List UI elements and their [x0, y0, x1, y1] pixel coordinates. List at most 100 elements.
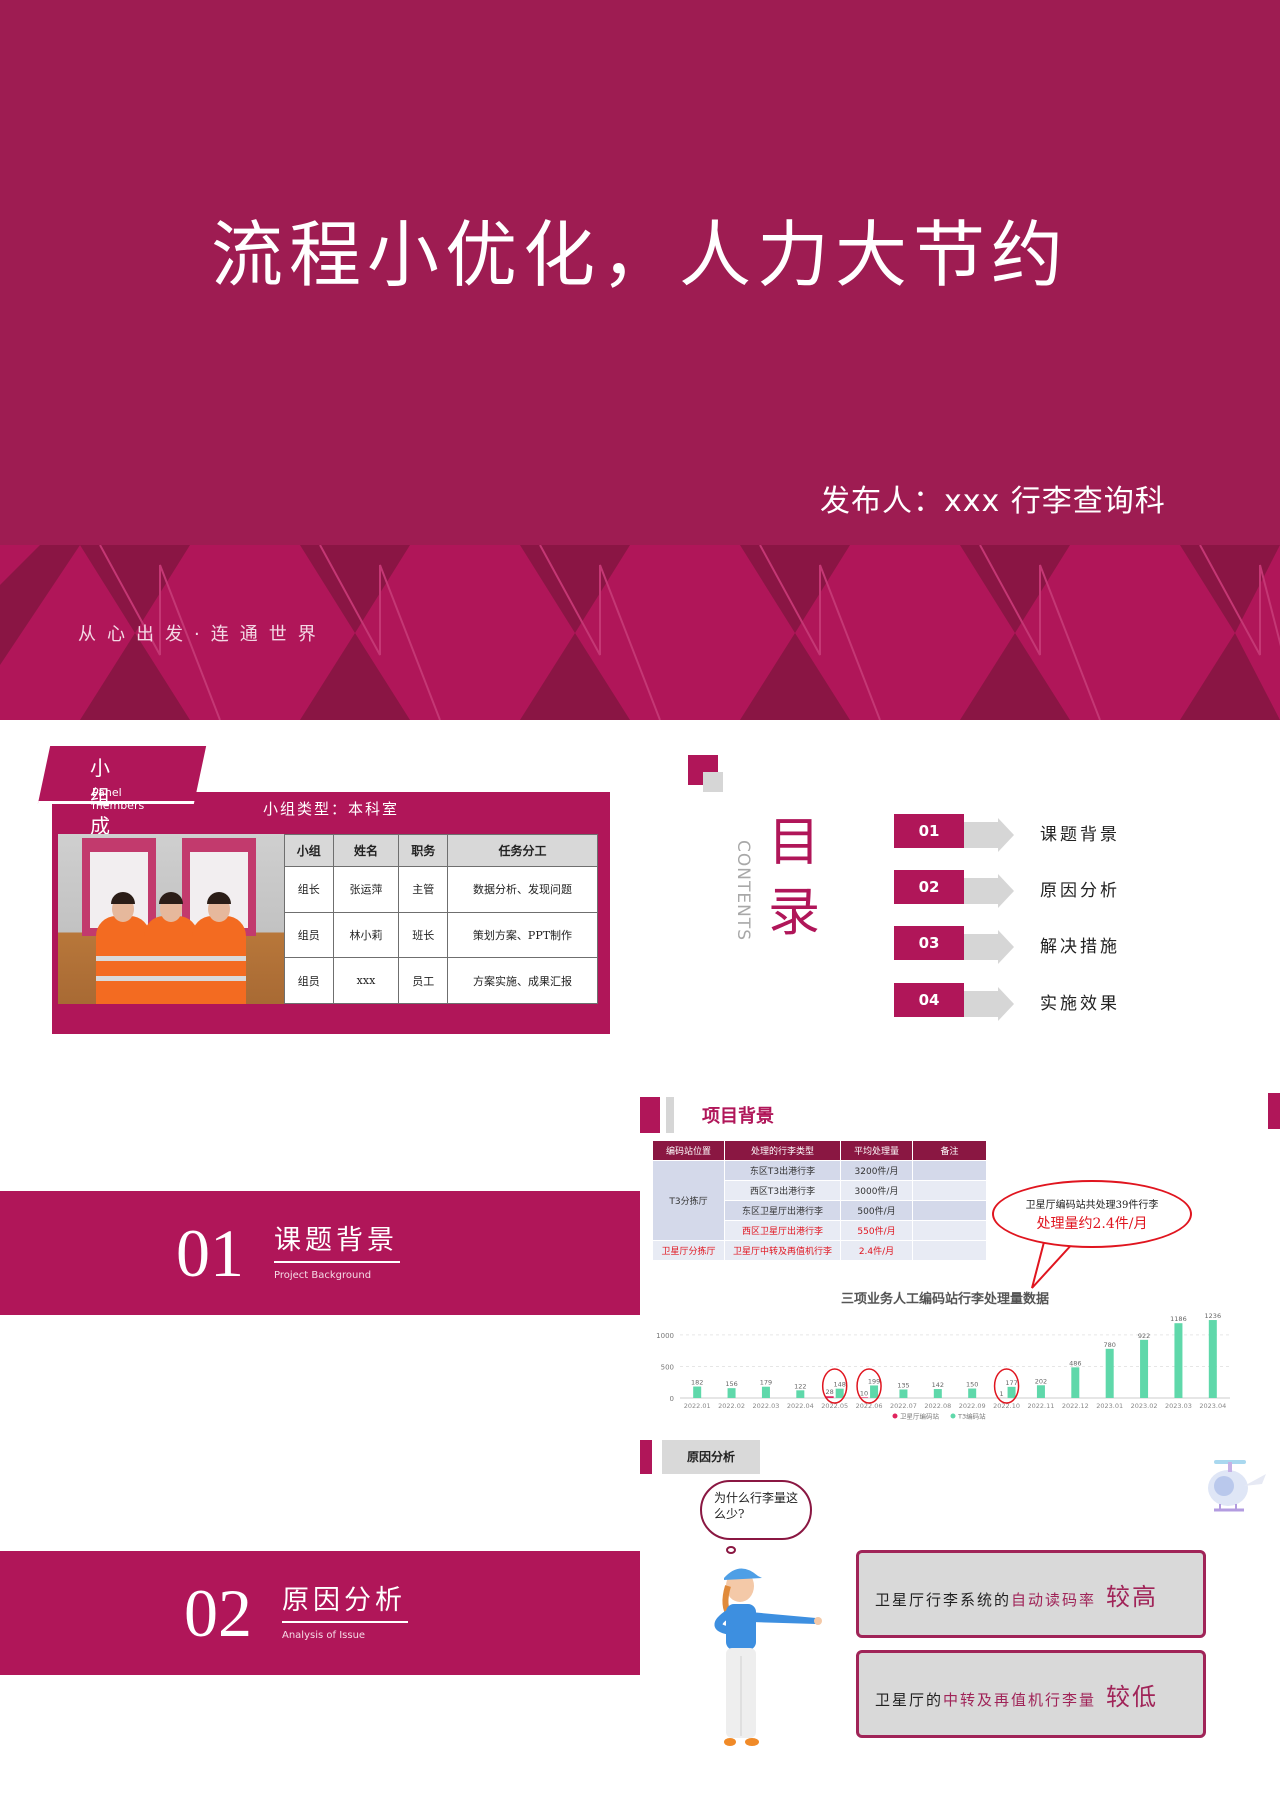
bar-value-label: 10: [860, 1389, 868, 1397]
team-member-figure: [192, 916, 246, 1004]
table-cell: [913, 1181, 987, 1200]
x-tick-label: 2022.03: [752, 1402, 779, 1410]
decor-bar: [640, 1097, 660, 1133]
bar-t3: [1071, 1367, 1080, 1398]
section-underline: [282, 1621, 408, 1623]
table-cell: 策划方案、PPT制作: [447, 911, 598, 959]
column-header: 职务: [398, 834, 448, 867]
reason-highlight: 中转及再值机行李量: [943, 1691, 1097, 1709]
legend-marker: [892, 1413, 898, 1419]
table-cell: [913, 1201, 987, 1220]
column-header: 小组: [284, 834, 334, 867]
table-cell: 2.4件/月: [841, 1241, 913, 1260]
table-cell: 组长: [284, 866, 334, 913]
toc-label: 解决措施: [1040, 937, 1120, 957]
bar-value-label: 150: [966, 1381, 978, 1389]
legend-label: T3编码站: [957, 1412, 986, 1421]
section-number: 01: [176, 1215, 244, 1291]
bar-value-label: 1236: [1205, 1312, 1222, 1320]
x-tick-label: 2023.04: [1199, 1402, 1226, 1410]
cause-analysis-tab: 原因分析: [662, 1440, 760, 1474]
bar-value-label: 177: [1005, 1379, 1017, 1387]
toc-number: 02: [894, 870, 964, 904]
decor-square: [703, 772, 723, 792]
cover-title: 流程小优化，人力大节约: [210, 213, 1069, 297]
table-cell: 东区T3出港行李: [725, 1161, 841, 1180]
table-row: T3分拣厅 东区T3出港行李 3200件/月: [653, 1161, 987, 1240]
x-tick-label: 2022.12: [1062, 1402, 1089, 1410]
bar-t3: [796, 1390, 805, 1398]
bar-value-label: 122: [794, 1382, 806, 1390]
column-header: 备注: [913, 1141, 987, 1160]
reason-text: 卫星厅行李系统的自动读码率 较高: [875, 1577, 1158, 1612]
bar-value-label: 486: [1069, 1359, 1081, 1367]
chart-title: 三项业务人工编码站行李处理量数据: [840, 1292, 1049, 1307]
bar-t3: [1140, 1339, 1149, 1398]
reason-card-1: 卫星厅行李系统的自动读码率 较高: [856, 1550, 1206, 1638]
toc-item-2[interactable]: 02 原因分析: [894, 870, 1194, 908]
table-row: 组员 xxx 员工 方案实施、成果汇报: [284, 957, 598, 1004]
x-tick-label: 2022.09: [959, 1402, 986, 1410]
x-tick-label: 2022.11: [1027, 1402, 1054, 1410]
bar-value-label: 148: [833, 1381, 845, 1389]
table-cell: [913, 1221, 987, 1240]
contents-title: 目录: [768, 813, 821, 943]
thought-bubble-dot: [726, 1546, 736, 1554]
x-tick-label: 2022.04: [787, 1402, 814, 1410]
table-cell: 卫星厅中转及再值机行李: [725, 1241, 841, 1260]
table-row: 组长 张运萍 主管 数据分析、发现问题: [284, 866, 598, 913]
reason-card-2: 卫星厅的中转及再值机行李量 较低: [856, 1650, 1206, 1738]
thought-bubble: 为什么行李量这么少?: [700, 1480, 812, 1540]
table-cell: 组员: [284, 957, 334, 1004]
section-underline: [274, 1261, 400, 1263]
bar-t3: [1174, 1323, 1183, 1398]
table-cell: 500件/月: [841, 1201, 913, 1220]
toc-item-4[interactable]: 04 实施效果: [894, 983, 1194, 1021]
bar-value-label: 135: [897, 1381, 909, 1389]
toc-item-3[interactable]: 03 解决措施: [894, 926, 1194, 964]
table-cell: 数据分析、发现问题: [447, 866, 598, 913]
toc-number: 04: [894, 983, 964, 1017]
toc-item-1[interactable]: 01 课题背景: [894, 814, 1194, 852]
volume-bar-chart: 0 500 1000 2022.01 182 2022.02 156 2022.03 179 20…: [656, 1312, 1230, 1421]
column-header: 处理的行李类型: [725, 1141, 841, 1160]
pointing-person-illustration: [714, 1568, 822, 1746]
section-subtitle: Project Background: [274, 1270, 372, 1281]
y-tick-label: 0: [670, 1395, 674, 1403]
table-cell: 主管: [398, 866, 448, 913]
section-title: 原因分析: [282, 1585, 406, 1616]
bar-t3: [968, 1388, 977, 1398]
bar-t3: [835, 1388, 844, 1398]
bar-value-label: 156: [725, 1380, 737, 1388]
bar-t3: [1007, 1386, 1016, 1398]
table-row: 卫星厅分拣厅 卫星厅中转及再值机行李 2.4件/月: [653, 1241, 987, 1260]
y-tick-label: 1000: [656, 1332, 674, 1340]
x-tick-label: 2022.07: [890, 1402, 917, 1410]
bar-value-label: 142: [932, 1381, 944, 1389]
x-tick-label: 2023.02: [1131, 1402, 1158, 1410]
table-cell: T3分拣厅: [653, 1161, 725, 1240]
team-member-figure: [96, 916, 150, 1004]
cover-slogan: 从心出发·连通世界: [78, 624, 327, 645]
bar-t3: [693, 1386, 702, 1398]
decor-bar: [1268, 1093, 1280, 1129]
project-background-title: 项目背景: [702, 1106, 774, 1127]
y-tick-label: 500: [661, 1363, 674, 1371]
section-title: 课题背景: [274, 1225, 398, 1256]
callout-bubble: 卫星厅编码站共处理39件行李 处理量约2.4件/月: [992, 1180, 1192, 1248]
bar-value-label: 199: [868, 1377, 880, 1385]
toc-label: 课题背景: [1040, 825, 1120, 845]
table-cell: [913, 1161, 987, 1180]
contents-english-label: CONTENTS: [733, 840, 753, 941]
table-cell: 林小莉: [332, 911, 400, 959]
bar-t3: [899, 1389, 908, 1398]
bar-t3: [1208, 1320, 1217, 1398]
bar-value-label: 1186: [1170, 1315, 1187, 1323]
toc-label: 实施效果: [1040, 994, 1120, 1014]
table-cell: 西区卫星厅出港行李: [725, 1221, 841, 1240]
table-cell: 3200件/月: [841, 1161, 913, 1180]
team-table: 小组 姓名 职务 任务分工 组长 张运萍 主管 数据分析、发现问题 组员 林小莉…: [284, 834, 598, 1004]
reason-emphasis: 较低: [1106, 1683, 1159, 1711]
legend-marker: [950, 1413, 956, 1419]
table-cell: [913, 1241, 987, 1260]
